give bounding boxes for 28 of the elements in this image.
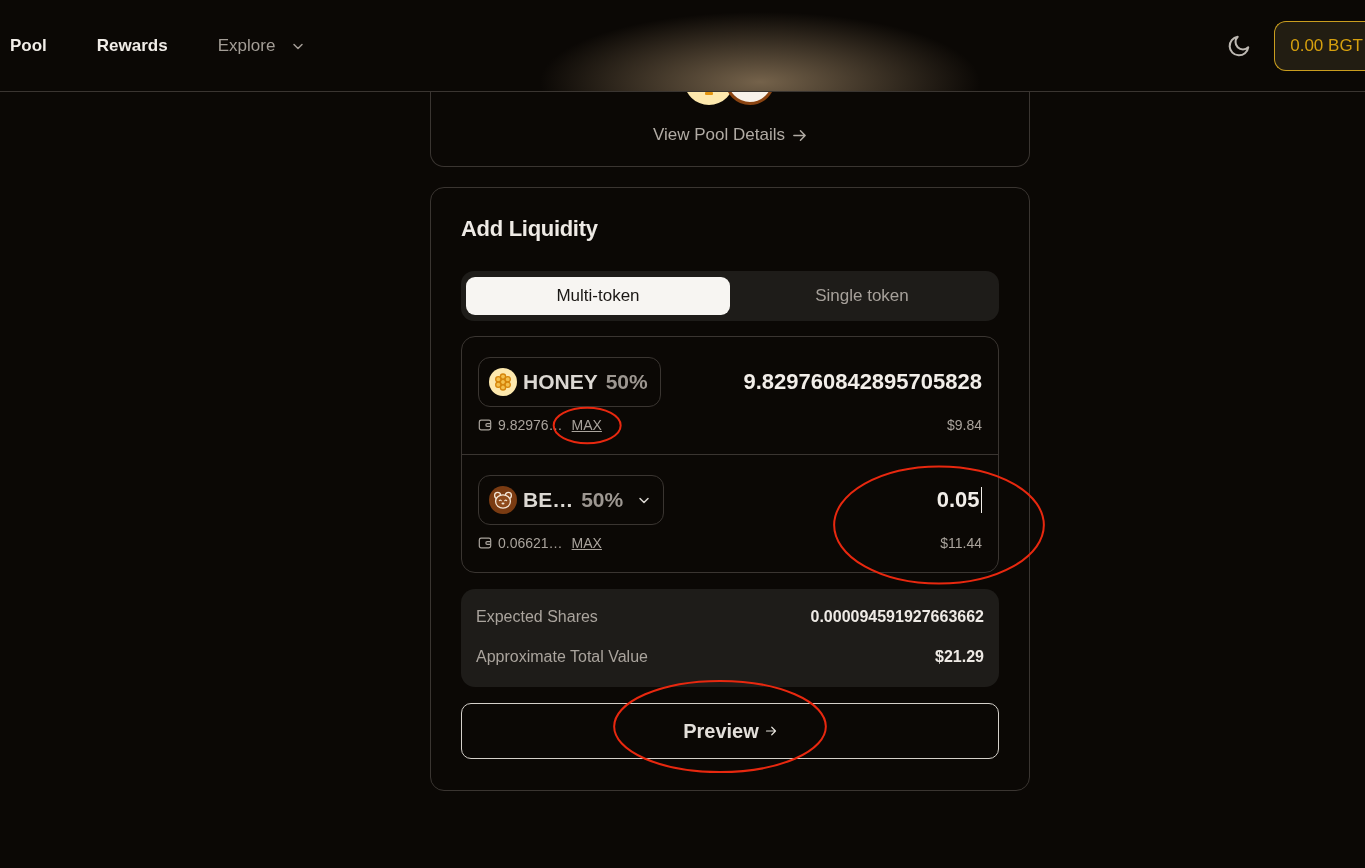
nav-link[interactable]: Rewards [96, 32, 168, 59]
amount-input[interactable]: 0.05 [664, 475, 980, 525]
token-chip: HONEY 50% [478, 357, 661, 407]
nav-link[interactable]: Explore [217, 32, 306, 59]
token-select-button[interactable]: BE… 50% [478, 475, 665, 525]
balance-text: 0.06621… [498, 533, 563, 553]
tab[interactable]: Multi-token [466, 277, 730, 315]
nav-link[interactable]: Pool [10, 32, 47, 59]
arrow-right-icon [792, 127, 807, 143]
arrow-right-icon [764, 725, 777, 737]
max-link[interactable]: MAX [571, 416, 602, 433]
wallet-icon [478, 418, 492, 432]
usd-value: $11.44 [940, 533, 982, 553]
card-title: Add Liquidity [461, 215, 599, 243]
summary-label: Expected Shares [476, 607, 598, 627]
wallet-icon [478, 536, 492, 550]
usd-value: $9.84 [946, 415, 982, 435]
max-link[interactable]: MAX [571, 534, 602, 551]
view-pool-details-link[interactable]: View Pool Details [653, 123, 807, 147]
preview-button[interactable]: Preview [461, 703, 999, 759]
summary-value: $21.29 [935, 647, 984, 667]
bear-token-icon [489, 486, 517, 514]
summary-value: 0.000094591927663662 [810, 607, 984, 627]
bgt-balance-button[interactable]: 0.00 BGT [1274, 20, 1365, 71]
summary-label: Approximate Total Value [476, 647, 648, 667]
tab[interactable]: Single token [730, 277, 994, 315]
amount-input[interactable]: 9.829760842895705828 [660, 357, 982, 407]
honeycomb-token-icon [489, 368, 517, 396]
